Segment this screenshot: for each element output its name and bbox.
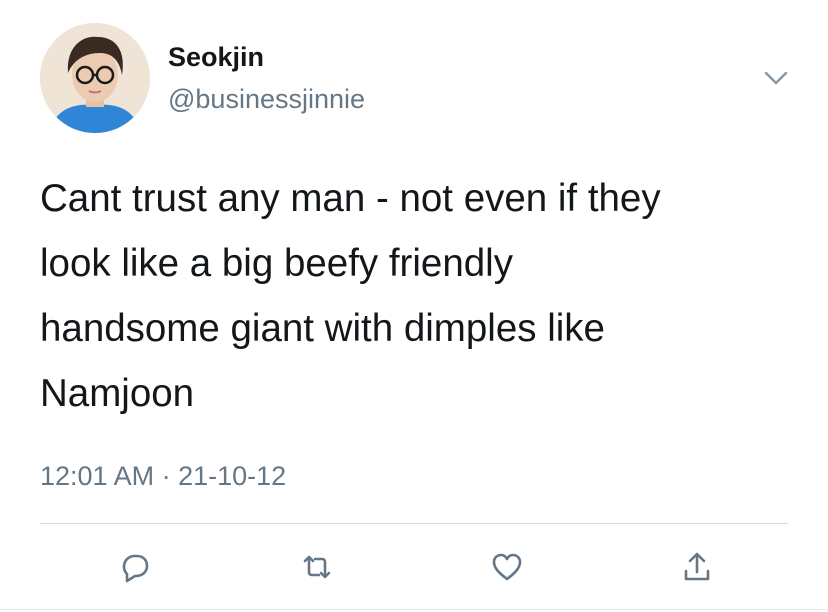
comment-bubble-icon [122,554,149,583]
tweet-timestamp[interactable]: 12:01 AM · 21-10-12 [40,460,286,492]
tweet-text: Cant trust any man - not even if they lo… [40,177,661,415]
author-avatar[interactable] [40,23,150,133]
reply-button[interactable] [115,547,155,587]
like-button[interactable] [487,547,527,587]
bottom-border [0,609,828,610]
retweet-arrows-icon [303,555,331,579]
tweet-card: Seokjin @businessjinnie Cant trust any m… [0,0,828,612]
author-handle[interactable]: @businessjinnie [168,83,365,115]
author-display-name[interactable]: Seokjin [168,41,264,73]
avatar-image-icon [40,23,150,133]
divider [40,523,788,524]
chevron-down-icon [764,71,788,85]
more-options-button[interactable] [762,68,790,88]
retweet-button[interactable] [297,547,337,587]
share-upload-icon [684,552,710,581]
share-button[interactable] [677,547,717,587]
heart-icon [492,553,522,581]
